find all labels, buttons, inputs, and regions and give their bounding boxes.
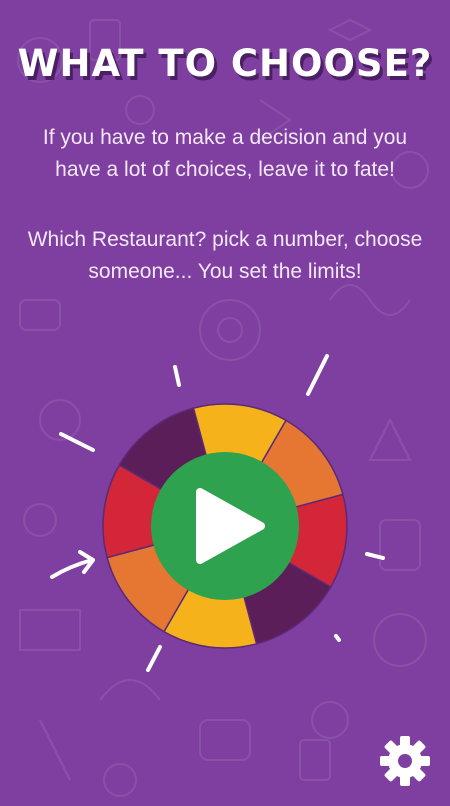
page-title: WHAT TO CHOOSE? xyxy=(17,42,433,85)
arrow-icon xyxy=(50,550,95,579)
spin-wheel xyxy=(50,354,385,672)
gear-icon xyxy=(380,736,430,786)
spin-button[interactable] xyxy=(151,452,299,600)
examples-text: Which Restaurant? pick a number, choose … xyxy=(27,228,423,283)
settings-button[interactable] xyxy=(378,734,432,788)
intro-text: If you have to make a decision and you h… xyxy=(42,126,408,181)
